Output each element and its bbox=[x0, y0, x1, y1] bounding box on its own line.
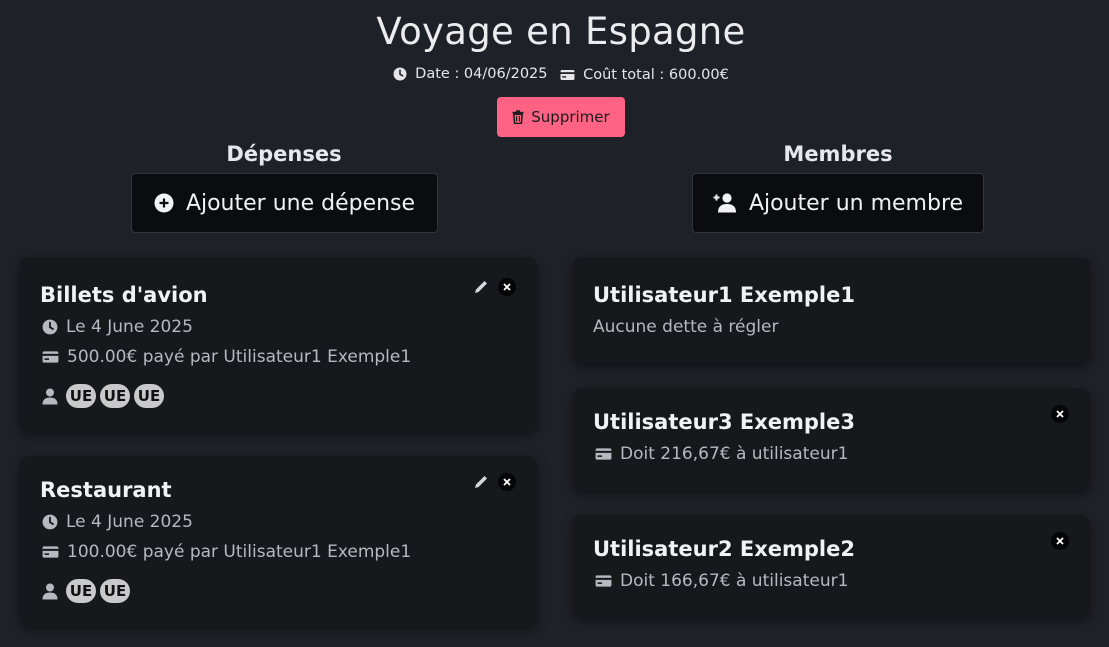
member-card: Utilisateur2 Exemple2 Doit 166,67€ à uti… bbox=[573, 515, 1090, 617]
expense-date: Le 4 June 2025 bbox=[42, 512, 193, 532]
add-expense-label: Ajouter une dépense bbox=[185, 190, 416, 216]
clock-icon bbox=[42, 514, 58, 530]
member-card: Utilisateur3 Exemple3 Doit 216,67€ à uti… bbox=[573, 388, 1090, 490]
trip-page: Voyage en Espagne Date : 04/06/2025 Coût… bbox=[0, 0, 1109, 647]
expense-name: Restaurant bbox=[40, 478, 172, 502]
member-name: Utilisateur1 Exemple1 bbox=[593, 283, 855, 307]
add-member-button[interactable]: Ajouter un membre bbox=[692, 173, 984, 233]
expense-name: Billets d'avion bbox=[40, 283, 208, 307]
avatar: UE bbox=[66, 579, 96, 603]
pencil-icon[interactable] bbox=[473, 279, 489, 295]
add-expense-button[interactable]: Ajouter une dépense bbox=[131, 173, 438, 233]
member-status: Aucune dette à régler bbox=[593, 317, 778, 337]
person-icon bbox=[42, 388, 58, 404]
members-title: Membres bbox=[783, 142, 893, 166]
delete-trip-label: Supprimer bbox=[531, 108, 610, 126]
close-icon[interactable] bbox=[1051, 405, 1069, 423]
credit-card-icon bbox=[560, 70, 575, 80]
expense-date-text: Le 4 June 2025 bbox=[66, 512, 193, 532]
trip-date: Date : 04/06/2025 bbox=[393, 66, 548, 82]
expense-amount: 100.00€ payé par Utilisateur1 Exemple1 bbox=[42, 542, 411, 562]
expense-participants: UE UE UE bbox=[42, 384, 168, 408]
avatar: UE bbox=[134, 384, 164, 408]
expense-amount: 500.00€ payé par Utilisateur1 Exemple1 bbox=[42, 347, 411, 367]
member-status: Doit 216,67€ à utilisateur1 bbox=[595, 444, 848, 464]
credit-card-icon bbox=[595, 575, 612, 587]
user-plus-icon bbox=[713, 193, 736, 213]
trip-total-text: Coût total : 600.00€ bbox=[583, 67, 729, 83]
delete-trip-button[interactable]: Supprimer bbox=[497, 97, 625, 137]
member-status-text: Aucune dette à régler bbox=[593, 317, 779, 337]
member-card: Utilisateur1 Exemple1 Aucune dette à rég… bbox=[573, 257, 1090, 363]
trip-date-text: Date : 04/06/2025 bbox=[415, 66, 548, 82]
clock-icon bbox=[393, 67, 407, 81]
person-icon bbox=[42, 583, 58, 599]
clock-icon bbox=[42, 319, 58, 335]
avatar: UE bbox=[66, 384, 96, 408]
expense-amount-text: 100.00€ payé par Utilisateur1 Exemple1 bbox=[67, 542, 412, 562]
credit-card-icon bbox=[42, 351, 59, 363]
expense-date-text: Le 4 June 2025 bbox=[66, 317, 193, 337]
pencil-icon[interactable] bbox=[473, 474, 489, 490]
member-status-text: Doit 216,67€ à utilisateur1 bbox=[620, 444, 849, 464]
trip-meta: Date : 04/06/2025 Coût total : 600.00€ bbox=[0, 66, 1109, 85]
page-title: Voyage en Espagne bbox=[376, 10, 746, 53]
add-member-label: Ajouter un membre bbox=[748, 190, 964, 216]
expense-card: Billets d'avion Le 4 June 2025 500.00€ p… bbox=[20, 257, 537, 431]
member-status: Doit 166,67€ à utilisateur1 bbox=[595, 571, 848, 591]
avatar: UE bbox=[100, 384, 130, 408]
avatar: UE bbox=[100, 579, 130, 603]
trip-total: Coût total : 600.00€ bbox=[560, 67, 729, 83]
expenses-title: Dépenses bbox=[226, 142, 342, 166]
close-icon[interactable] bbox=[498, 473, 516, 491]
member-status-text: Doit 166,67€ à utilisateur1 bbox=[620, 571, 849, 591]
expense-participants: UE UE bbox=[42, 579, 134, 603]
expense-card: Restaurant Le 4 June 2025 100.00€ payé p… bbox=[20, 456, 537, 626]
credit-card-icon bbox=[595, 448, 612, 460]
expense-date: Le 4 June 2025 bbox=[42, 317, 193, 337]
close-icon[interactable] bbox=[1051, 532, 1069, 550]
expense-amount-text: 500.00€ payé par Utilisateur1 Exemple1 bbox=[67, 347, 412, 367]
member-name: Utilisateur3 Exemple3 bbox=[593, 410, 855, 434]
close-icon[interactable] bbox=[498, 278, 516, 296]
plus-circle-icon bbox=[154, 193, 174, 213]
credit-card-icon bbox=[42, 546, 59, 558]
trash-icon bbox=[512, 110, 524, 124]
member-name: Utilisateur2 Exemple2 bbox=[593, 537, 855, 561]
